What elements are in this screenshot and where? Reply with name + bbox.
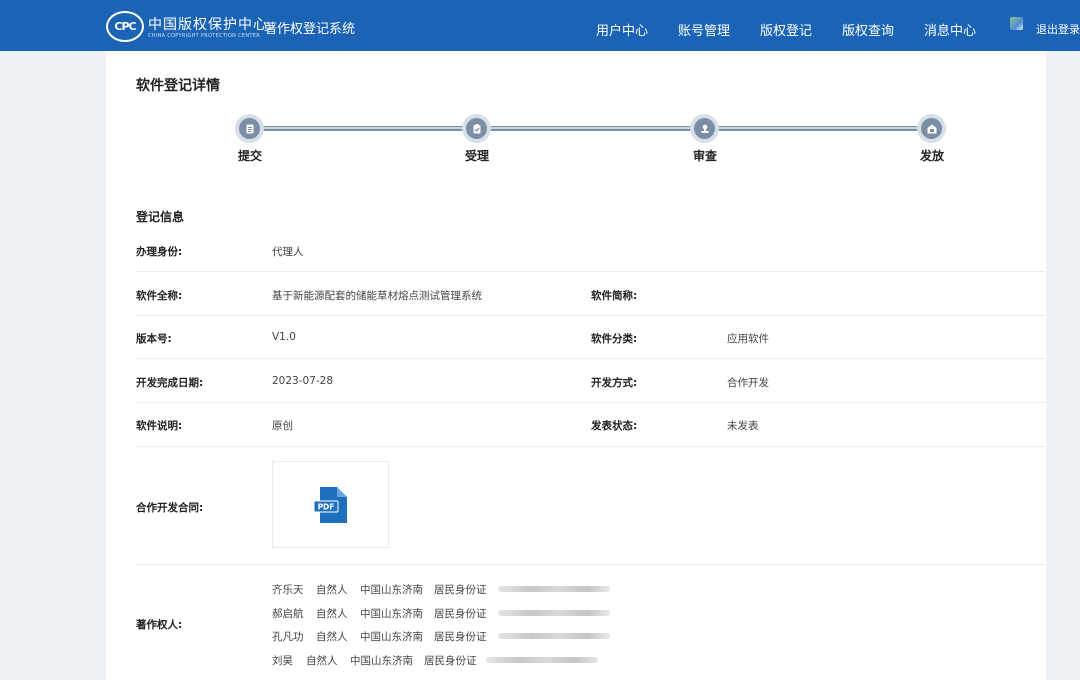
value-development-mode: 合作开发 — [727, 377, 769, 389]
owner-name: 郝启航 — [272, 608, 304, 620]
label-software-full-name: 软件全称: — [136, 290, 183, 302]
owner-name: 孔凡功 — [272, 631, 304, 643]
label-software-category: 软件分类: — [591, 333, 638, 345]
label-version: 版本号: — [136, 333, 172, 345]
nav-user-center[interactable]: 用户中心 — [596, 20, 648, 39]
value-identity: 代理人 — [272, 246, 304, 258]
label-completion-date: 开发完成日期: — [136, 377, 204, 389]
nav-copyright-registration[interactable]: 版权登记 — [760, 20, 812, 39]
user-avatar[interactable] — [1010, 17, 1023, 30]
certificate-icon — [921, 118, 942, 139]
step-label-issue: 发放 — [919, 149, 944, 163]
pdf-badge-text: PDF — [317, 502, 334, 511]
label-software-description: 软件说明: — [136, 420, 183, 432]
row-divider — [136, 315, 1046, 316]
row-divider — [136, 564, 1046, 565]
value-software-category: 应用软件 — [727, 333, 769, 345]
row-divider — [136, 446, 1046, 447]
row-divider — [136, 402, 1046, 403]
value-software-full-name: 基于新能源配套的储能草材熔点测试管理系统 — [272, 290, 482, 302]
owner-location: 中国山东济南 — [360, 584, 423, 596]
stamp-icon — [694, 118, 715, 139]
owner-location: 中国山东济南 — [350, 655, 413, 667]
logo-chinese-name: 中国版权保护中心 — [148, 17, 268, 33]
step-label-review: 审查 — [692, 149, 717, 163]
redacted-id-number — [486, 657, 598, 663]
label-cooperation-contract: 合作开发合同: — [136, 502, 204, 514]
label-copyright-owners: 著作权人: — [136, 619, 183, 631]
clipboard-check-icon — [466, 118, 487, 139]
owner-type: 自然人 — [306, 655, 338, 667]
step-label-accept: 受理 — [464, 149, 489, 163]
step-issue — [917, 114, 946, 143]
logout-link[interactable]: 退出登录 — [1036, 21, 1080, 37]
contract-pdf-attachment[interactable]: PDF — [272, 461, 389, 548]
value-version: V1.0 — [272, 331, 296, 343]
owner-id-type: 居民身份证 — [434, 608, 487, 620]
step-accept — [462, 114, 491, 143]
row-divider — [136, 358, 1046, 359]
value-software-description: 原创 — [272, 420, 293, 432]
owner-type: 自然人 — [316, 584, 348, 596]
section-title-registration-info: 登记信息 — [136, 210, 185, 224]
pdf-file-icon: PDF — [313, 486, 347, 523]
owner-id-type: 居民身份证 — [434, 631, 487, 643]
value-publish-status: 未发表 — [727, 420, 759, 432]
owner-id-type: 居民身份证 — [434, 584, 487, 596]
row-divider — [136, 271, 1046, 272]
owner-name: 齐乐天 — [272, 584, 304, 596]
owner-location: 中国山东济南 — [360, 631, 423, 643]
owner-type: 自然人 — [316, 608, 348, 620]
redacted-id-number — [498, 633, 610, 639]
nav-account-management[interactable]: 账号管理 — [678, 20, 730, 39]
redacted-id-number — [498, 610, 610, 616]
value-completion-date: 2023-07-28 — [272, 375, 334, 387]
cpc-logo-icon[interactable]: CPC — [106, 11, 144, 42]
step-submit — [235, 114, 264, 143]
logo-english-name: CHINA COPYRIGHT PROTECTION CENTER — [148, 33, 260, 39]
redacted-id-number — [498, 586, 610, 592]
owner-type: 自然人 — [316, 631, 348, 643]
page-title: 软件登记详情 — [136, 78, 220, 94]
top-header: CPC 中国版权保护中心 CHINA COPYRIGHT PROTECTION … — [0, 0, 1080, 51]
step-review — [690, 114, 719, 143]
label-identity: 办理身份: — [136, 246, 183, 258]
nav-copyright-query[interactable]: 版权查询 — [842, 20, 894, 39]
label-development-mode: 开发方式: — [591, 377, 638, 389]
label-publish-status: 发表状态: — [591, 420, 638, 432]
system-name: 著作权登记系统 — [264, 22, 356, 37]
owner-id-type: 居民身份证 — [424, 655, 477, 667]
step-label-submit: 提交 — [237, 149, 262, 163]
logo-mark-text: CPC — [114, 20, 136, 33]
progress-line — [250, 126, 932, 131]
label-software-short-name: 软件简称: — [591, 290, 638, 302]
detail-panel: 软件登记详情 提交 受理 审查 发放 登记信息 办理身份: 代理人 软件全称: … — [106, 51, 1046, 680]
owner-location: 中国山东济南 — [360, 608, 423, 620]
owner-name: 刘昊 — [272, 655, 293, 667]
document-icon — [239, 118, 260, 139]
nav-message-center[interactable]: 消息中心 — [924, 20, 976, 39]
